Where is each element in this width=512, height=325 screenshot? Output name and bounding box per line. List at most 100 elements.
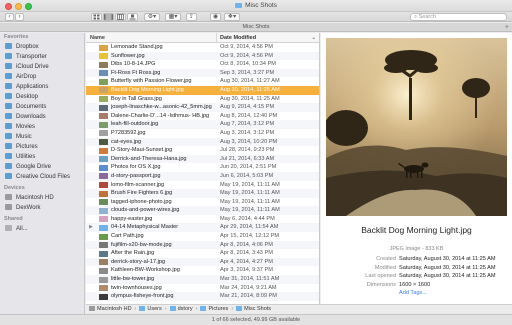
sidebar-item-transporter[interactable]: Transporter [0, 52, 84, 62]
file-row[interactable]: Ft-Ross Ft Ross.jpg Sep 3, 2014, 3:27 PM [86, 68, 319, 78]
file-name: 04-14 Metaphysical Master [111, 224, 179, 231]
file-date-modified: Apr 4, 2014, 4:27 PM [220, 258, 273, 265]
file-row[interactable]: joseph-linaschke-w...asonic-42_5mm.jpg Au… [86, 103, 319, 112]
path-separator-icon: › [134, 306, 137, 312]
file-row[interactable]: Backlit Dog Morning Light.jpg Aug 30, 201… [86, 85, 319, 95]
file-date-modified: Aug 30, 2014, 11:27 AM [220, 78, 280, 85]
path-separator-icon: › [164, 306, 167, 312]
file-row[interactable]: Lemonade Stand.jpg Oct 9, 2014, 4:56 PM [86, 43, 319, 52]
file-row[interactable]: lomo-film-scanner.jpg May 19, 2014, 11:11… [86, 181, 319, 190]
file-row[interactable]: Photos for OS X.jpg Jun 20, 2014, 2:51 PM [86, 163, 319, 172]
dropbox-icon [5, 43, 12, 49]
dropbox-menu-button[interactable]: ❖▾ [224, 13, 240, 21]
column-header-name[interactable]: Name [90, 33, 105, 43]
file-row[interactable]: Butterfly with Passion Flower.jpg Aug 30,… [86, 77, 319, 86]
file-row[interactable]: Cart Path.jpg Apr 15, 2014, 12:12 PM [86, 232, 319, 241]
sidebar-item-utilities[interactable]: Utilities [0, 152, 84, 162]
path-crumb-dstory[interactable]: dstory [169, 305, 193, 314]
back-button[interactable]: ‹ [5, 13, 14, 21]
file-row[interactable]: Dalene-Charlie-D'...14 -lsthmus- HB.jpg A… [86, 112, 319, 121]
file-name: Dalene-Charlie-D'...14 -lsthmus- HB.jpg [111, 112, 210, 119]
eye-icon: ◉ [212, 14, 219, 20]
file-row[interactable]: little-bw-tower.jpg Mar 31, 2014, 11:51 A… [86, 275, 319, 284]
file-row[interactable]: cat-eyes.jpg Aug 3, 2014, 10:20 PM [86, 137, 319, 147]
arrange-menu-button[interactable]: ▦▾ [165, 13, 181, 21]
file-row[interactable]: D-Story-Maui-Sunset.jpg Jul 28, 2014, 9:2… [86, 146, 319, 155]
created-label: Created [376, 256, 396, 262]
file-name: P7283592.jpg [111, 129, 146, 136]
file-row[interactable]: Sunflower.jpg Oct 9, 2014, 4:56 PM [86, 51, 319, 61]
sidebar-item-dropbox[interactable]: Dropbox [0, 42, 84, 52]
sidebar-item-label: Downloads [16, 114, 46, 120]
documents-icon [5, 103, 12, 109]
path-crumb-users[interactable]: Users [139, 305, 162, 314]
sidebar-item-creative-cloud-files[interactable]: Creative Cloud Files [0, 172, 84, 182]
file-row[interactable]: happy-easter.jpg May 6, 2014, 4:44 PM [86, 215, 319, 224]
file-row[interactable]: twin-townhouses.jpg Mar 24, 2014, 9:21 AM [86, 284, 319, 293]
icon-view-button[interactable] [91, 13, 102, 21]
file-row[interactable]: ▶ 04-14 Metaphysical Master Apr 29, 2014, … [86, 223, 319, 233]
file-row[interactable]: fujifilm-x20-bw-mode.jpg Apr 8, 2014, 4:0… [86, 240, 319, 250]
list-view-button[interactable] [103, 13, 114, 21]
file-row[interactable]: After the Rain.jpg Apr 8, 2014, 3:43 PM [86, 249, 319, 258]
tab-header[interactable]: Misc Shots + [0, 23, 512, 32]
cover-flow-button[interactable] [127, 13, 138, 21]
sidebar-item-movies[interactable]: Movies [0, 122, 84, 132]
disclosure-triangle-icon[interactable]: ▶ [89, 223, 93, 232]
sidebar-item-pictures[interactable]: Pictures [0, 142, 84, 152]
file-row[interactable]: Boy in Tall Grass.jpg Aug 30, 2014, 11:25… [86, 95, 319, 104]
path-crumb-misc-shots[interactable]: Misc Shots [236, 305, 271, 314]
file-row[interactable]: clouds-and-power-wires.jpg May 19, 2014, … [86, 206, 319, 215]
modified-value: Saturday, August 30, 2014 at 11:25 AM [399, 264, 496, 271]
file-name: Lemonade Stand.jpg [111, 44, 163, 50]
file-row[interactable]: Derrick-and-Theresa-Hana.jpg Jul 21, 2014… [86, 154, 319, 164]
column-header-date-modified[interactable]: Date Modified ⌄ [216, 33, 319, 43]
quick-look-button[interactable]: ◉ [210, 13, 221, 21]
sidebar-item-macintosh-hd[interactable]: Macintosh HD [0, 193, 84, 203]
sidebar-item-applications[interactable]: Applications [0, 82, 84, 92]
search-input[interactable]: ⌕ Search [410, 13, 507, 21]
path-crumb-label: Misc Shots [244, 306, 272, 312]
forward-button[interactable]: › [15, 13, 24, 21]
file-row[interactable]: d-story-passport.jpg Jun 6, 2014, 5:03 PM [86, 171, 319, 181]
file-name: happy-easter.jpg [111, 215, 153, 222]
image-thumbnail-icon [99, 182, 108, 188]
file-date-modified: May 6, 2014, 4:44 PM [220, 215, 275, 222]
file-date-modified: Jul 28, 2014, 9:23 PM [220, 147, 275, 154]
file-row[interactable]: tagged-iphone-photo.jpg May 19, 2014, 11:… [86, 198, 319, 207]
file-row[interactable]: P7283592.jpg Aug 3, 2014, 3:12 PM [86, 129, 319, 138]
sidebar-item-downloads[interactable]: Downloads [0, 112, 84, 122]
share-button[interactable]: ⇪ [186, 13, 197, 21]
file-row[interactable]: derrick-story-al-17.jpg Apr 4, 2014, 4:27… [86, 257, 319, 267]
file-name: clouds-and-power-wires.jpg [111, 207, 180, 214]
sidebar-item-airdrop[interactable]: AirDrop [0, 72, 84, 82]
add-tags-link[interactable]: Add Tags... [399, 289, 427, 298]
image-thumbnail-icon [99, 259, 108, 266]
file-row[interactable]: olympus-fisheye-front.jpg Mar 21, 2014, 8… [86, 292, 319, 301]
path-crumb-label: Pictures [208, 306, 229, 312]
sidebar-item-label: Documents [16, 104, 47, 110]
sidebar-item-google-drive[interactable]: Google Drive [0, 162, 84, 172]
sidebar-item-music[interactable]: Music [0, 132, 84, 142]
gear-icon: ⚙▾ [147, 14, 157, 20]
sidebar-item-documents[interactable]: Documents [0, 102, 84, 112]
sidebar-item-label: Google Drive [16, 164, 52, 170]
file-row[interactable]: Brush Fire Fighters 6.jpg May 19, 2014, 1… [86, 189, 319, 198]
folder-icon [200, 306, 207, 311]
column-view-button[interactable] [115, 13, 126, 21]
action-menu-button[interactable]: ⚙▾ [144, 13, 160, 21]
path-crumb-label: Users [147, 306, 162, 312]
file-date-modified: Jun 20, 2014, 2:51 PM [220, 164, 277, 171]
file-row[interactable]: leah-fill-outdoor.jpg Aug 7, 2014, 3:12 P… [86, 120, 319, 129]
sidebar-item-all[interactable]: All... [0, 224, 84, 234]
sidebar-item-desktop[interactable]: Desktop [0, 92, 84, 102]
file-row[interactable]: Dibs 10-8-14.JPG Oct 8, 2014, 10:34 PM [86, 60, 319, 69]
utilities-icon [5, 153, 12, 159]
sidebar-item-icloud-drive[interactable]: iCloud Drive [0, 62, 84, 72]
sidebar-item-dexwork[interactable]: DexWork [0, 203, 84, 213]
path-crumb-pictures[interactable]: Pictures [200, 305, 228, 314]
path-crumb-macintosh-hd[interactable]: Macintosh HD [89, 305, 132, 314]
file-row[interactable]: Kathleen-BW-Workshop.jpg Apr 3, 2014, 9:3… [86, 266, 319, 275]
new-tab-button[interactable]: + [505, 23, 509, 32]
path-separator-icon: › [195, 306, 198, 312]
